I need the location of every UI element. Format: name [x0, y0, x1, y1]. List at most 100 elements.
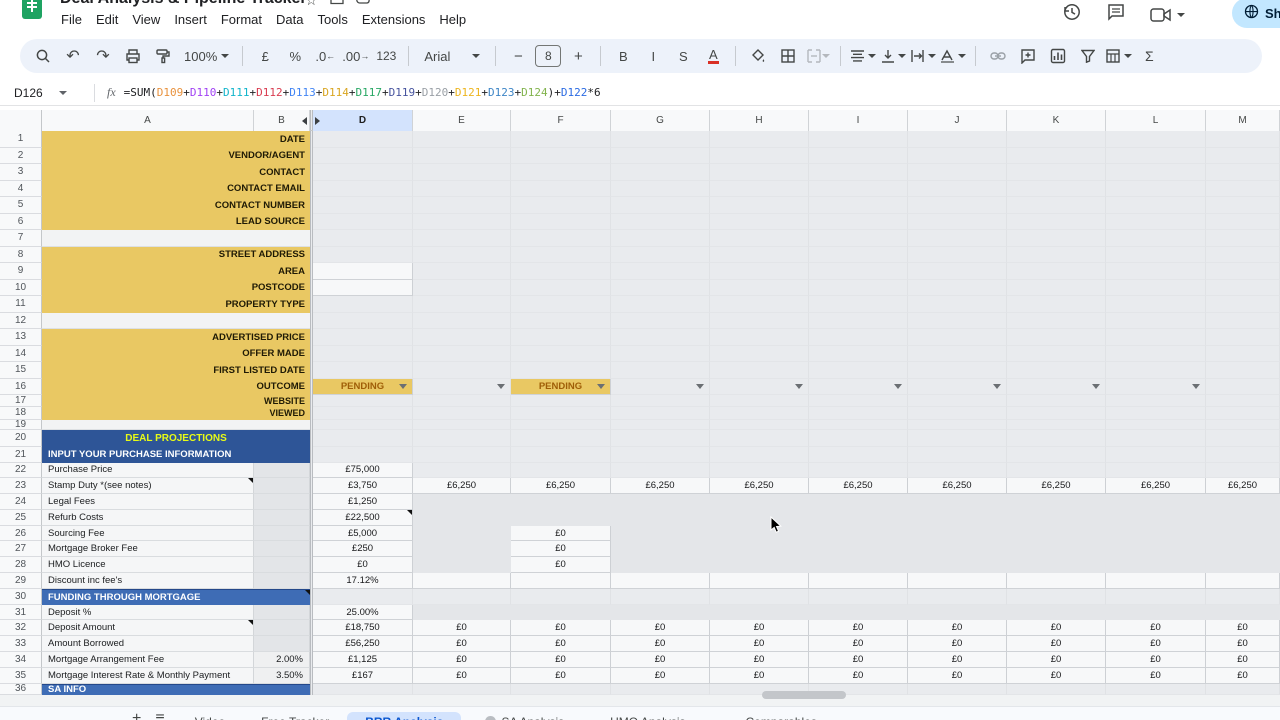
cell-M22[interactable] [1206, 463, 1280, 479]
cell-I27[interactable] [809, 541, 908, 557]
cell-E14[interactable] [413, 346, 511, 363]
cell-E19[interactable] [413, 420, 511, 430]
cell-F8[interactable] [511, 247, 611, 264]
cell-I31[interactable] [809, 605, 908, 621]
row-header-24[interactable]: 24 [0, 494, 42, 510]
cell-F31[interactable] [511, 605, 611, 621]
cell-K12[interactable] [1007, 313, 1106, 330]
cell-G16[interactable] [611, 379, 710, 396]
cell-D31[interactable]: 25.00% [313, 605, 413, 621]
cell-D17[interactable] [313, 395, 413, 407]
cell-I6[interactable] [809, 214, 908, 231]
cell-J4[interactable] [908, 181, 1007, 198]
cell-J8[interactable] [908, 247, 1007, 264]
cell-B24[interactable] [254, 494, 310, 510]
cell-G35[interactable]: £0 [611, 668, 710, 684]
cell-F20[interactable] [511, 430, 611, 447]
cell-J35[interactable]: £0 [908, 668, 1007, 684]
cell-I23[interactable]: £6,250 [809, 478, 908, 494]
cell-M7[interactable] [1206, 230, 1280, 247]
cell-J28[interactable] [908, 557, 1007, 573]
cell-H23[interactable]: £6,250 [710, 478, 809, 494]
insert-chart-icon[interactable] [1045, 43, 1071, 69]
cell-L27[interactable] [1106, 541, 1206, 557]
cell-H4[interactable] [710, 181, 809, 198]
cell-M14[interactable] [1206, 346, 1280, 363]
cell-A18[interactable]: VIEWED [42, 407, 310, 420]
grid-corner[interactable] [0, 110, 42, 131]
add-sheet-icon[interactable]: + [132, 712, 141, 720]
cell-K21[interactable] [1007, 447, 1106, 463]
cell-E18[interactable] [413, 407, 511, 420]
cell-F5[interactable] [511, 197, 611, 214]
text-wrap-icon[interactable] [910, 43, 936, 69]
cell-E26[interactable] [413, 526, 511, 542]
cell-F33[interactable]: £0 [511, 636, 611, 652]
row-header-9[interactable]: 9 [0, 263, 42, 280]
column-header-G[interactable]: G [611, 110, 710, 131]
cell-D22[interactable]: £75,000 [313, 463, 413, 479]
cell-K23[interactable]: £6,250 [1007, 478, 1106, 494]
cell-K10[interactable] [1007, 280, 1106, 297]
cell-L7[interactable] [1106, 230, 1206, 247]
cell-J7[interactable] [908, 230, 1007, 247]
cell-M28[interactable] [1206, 557, 1280, 573]
cell-M20[interactable] [1206, 430, 1280, 447]
row-header-36[interactable]: 36 [0, 684, 42, 695]
cell-J34[interactable]: £0 [908, 652, 1007, 668]
cell-H16[interactable] [710, 379, 809, 396]
cell-J5[interactable] [908, 197, 1007, 214]
cell-L33[interactable]: £0 [1106, 636, 1206, 652]
cell-J12[interactable] [908, 313, 1007, 330]
increase-decimals-button[interactable]: .00→ [342, 43, 369, 69]
cell-F12[interactable] [511, 313, 611, 330]
row-header-15[interactable]: 15 [0, 362, 42, 379]
cell-I17[interactable] [809, 395, 908, 407]
cell-F29[interactable] [511, 573, 611, 589]
cell-M33[interactable]: £0 [1206, 636, 1280, 652]
cell-J10[interactable] [908, 280, 1007, 297]
column-header-H[interactable]: H [710, 110, 809, 131]
cell-K3[interactable] [1007, 164, 1106, 181]
cell-H8[interactable] [710, 247, 809, 264]
cell-J33[interactable]: £0 [908, 636, 1007, 652]
cell-H3[interactable] [710, 164, 809, 181]
cell-I26[interactable] [809, 526, 908, 542]
row-header-2[interactable]: 2 [0, 148, 42, 165]
cell-L3[interactable] [1106, 164, 1206, 181]
cell-K17[interactable] [1007, 395, 1106, 407]
cell-A7[interactable] [42, 230, 310, 247]
row-header-18[interactable]: 18 [0, 407, 42, 420]
horizontal-align-icon[interactable] [850, 43, 876, 69]
cell-H13[interactable] [710, 329, 809, 346]
cell-I20[interactable] [809, 430, 908, 447]
cell-E23[interactable]: £6,250 [413, 478, 511, 494]
dropdown-arrow-icon[interactable] [399, 384, 407, 389]
cell-H15[interactable] [710, 362, 809, 379]
cell-D32[interactable]: £18,750 [313, 620, 413, 636]
cell-I28[interactable] [809, 557, 908, 573]
cell-I24[interactable] [809, 494, 908, 510]
cell-F22[interactable] [511, 463, 611, 479]
cell-E33[interactable]: £0 [413, 636, 511, 652]
cell-K9[interactable] [1007, 263, 1106, 280]
cell-M2[interactable] [1206, 148, 1280, 165]
cell-E13[interactable] [413, 329, 511, 346]
column-header-D[interactable]: D [313, 110, 413, 131]
cell-M36[interactable] [1206, 684, 1280, 695]
cell-A23[interactable]: Stamp Duty *(see notes) [42, 478, 254, 494]
cell-A30[interactable]: FUNDING THROUGH MORTGAGE [42, 589, 310, 605]
cell-D35[interactable]: £167 [313, 668, 413, 684]
cell-G2[interactable] [611, 148, 710, 165]
cell-G29[interactable] [611, 573, 710, 589]
cell-L30[interactable] [1106, 589, 1206, 605]
cell-E5[interactable] [413, 197, 511, 214]
merge-cells-icon[interactable] [805, 43, 831, 69]
row-header-20[interactable]: 20 [0, 430, 42, 447]
cell-L14[interactable] [1106, 346, 1206, 363]
cell-E15[interactable] [413, 362, 511, 379]
cell-G33[interactable]: £0 [611, 636, 710, 652]
dropdown-arrow-icon[interactable] [597, 384, 605, 389]
cell-A26[interactable]: Sourcing Fee [42, 526, 254, 542]
cell-A6[interactable]: LEAD SOURCE [42, 214, 310, 231]
